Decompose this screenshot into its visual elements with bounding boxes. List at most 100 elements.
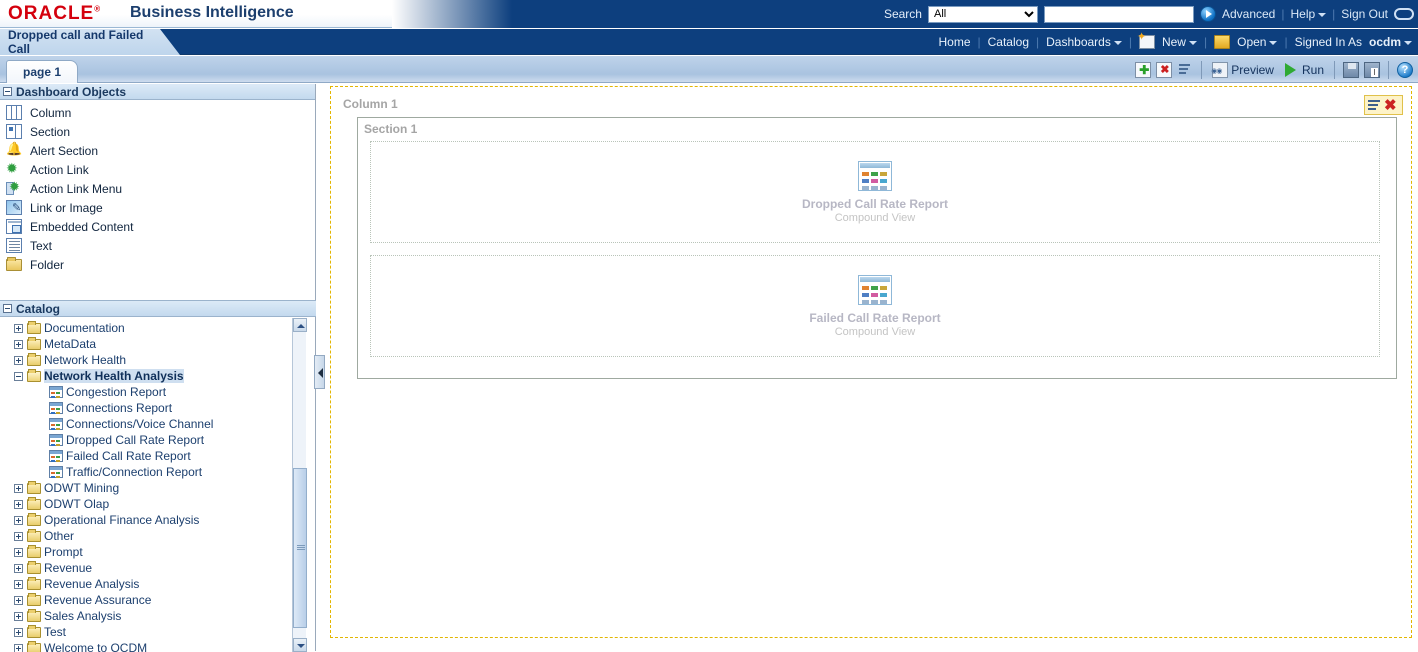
catalog-node[interactable]: Dropped Call Rate Report [0,432,298,448]
dashboard-canvas[interactable]: Column 1 Section 1 Dropped Call Rate Rep… [330,86,1412,638]
catalog-node-label: Connections/Voice Channel [66,417,213,431]
expand-node-icon[interactable] [14,612,23,621]
dashboard-object-label: Action Link [30,163,89,177]
expand-node-icon[interactable] [14,596,23,605]
nav-dashboards-menu[interactable]: Dashboards [1046,35,1122,49]
expand-node-icon[interactable] [14,484,23,493]
column-delete-icon[interactable] [1384,97,1400,113]
scrollbar-thumb[interactable] [293,468,307,628]
expand-node-icon[interactable] [14,548,23,557]
catalog-header[interactable]: Catalog [0,301,316,317]
catalog-node[interactable]: Operational Finance Analysis [0,512,298,528]
dashboard-title-tab[interactable]: Dropped call and Failed Call [0,29,182,55]
catalog-node[interactable]: Revenue Analysis [0,576,298,592]
catalog-node[interactable]: Other [0,528,298,544]
dashboard-object-alert-section[interactable]: Alert Section [0,141,315,160]
expand-node-icon[interactable] [14,500,23,509]
catalog-node[interactable]: Network Health [0,352,298,368]
catalog-node[interactable]: Congestion Report [0,384,298,400]
help-menu-link[interactable]: Help [1290,7,1326,21]
catalog-node[interactable]: MetaData [0,336,298,352]
add-page-icon[interactable] [1135,62,1151,78]
save-icon[interactable] [1343,62,1359,78]
search-label: Search [884,7,922,21]
expand-node-icon[interactable] [14,564,23,573]
collapse-node-icon[interactable] [14,372,23,381]
catalog-node[interactable]: Welcome to OCDM [0,640,298,652]
catalog-node-label: Dropped Call Rate Report [66,433,204,447]
folder-icon [27,595,41,606]
delete-page-icon[interactable] [1156,62,1172,78]
nav-home-link[interactable]: Home [938,35,970,49]
catalog-node[interactable]: Network Health Analysis [0,368,298,384]
nav-open-menu[interactable]: Open [1237,35,1277,49]
divider: | [1204,35,1207,49]
collapse-dashboard-objects-icon[interactable] [3,87,12,96]
dashboard-object-column[interactable]: Column [0,103,315,122]
dashboard-object-action-link-menu[interactable]: Action Link Menu [0,179,315,198]
advanced-search-link[interactable]: Advanced [1222,7,1275,21]
user-oval-icon[interactable] [1394,8,1414,20]
catalog-node[interactable]: Documentation [0,320,298,336]
collapse-catalog-icon[interactable] [3,304,12,313]
search-scope-select[interactable]: All [928,6,1038,23]
catalog-node[interactable]: Failed Call Rate Report [0,448,298,464]
search-go-icon[interactable] [1200,6,1216,22]
dashboard-object-text[interactable]: Text [0,236,315,255]
current-user-menu[interactable]: ocdm [1369,35,1412,49]
catalog-node[interactable]: Prompt [0,544,298,560]
search-input[interactable] [1044,6,1194,23]
expand-node-icon[interactable] [14,532,23,541]
preview-button[interactable]: Preview [1210,61,1276,79]
divider [1201,61,1202,79]
dashboard-object-action-link[interactable]: Action Link [0,160,315,179]
save-as-icon[interactable] [1364,62,1380,78]
expand-node-icon[interactable] [14,580,23,589]
catalog-node[interactable]: Revenue [0,560,298,576]
catalog-node[interactable]: Test [0,624,298,640]
dashboard-column-1[interactable]: Column 1 Section 1 Dropped Call Rate Rep… [337,93,1405,387]
catalog-node[interactable]: Connections/Voice Channel [0,416,298,432]
grip-icon [297,545,305,546]
dashboard-object-section[interactable]: Section [0,122,315,141]
catalog-node[interactable]: Traffic/Connection Report [0,464,298,480]
preview-icon [1212,62,1228,78]
action-link-menu-icon [6,181,22,196]
catalog-scrollbar[interactable] [292,318,306,652]
page-options-icon[interactable] [1177,62,1193,78]
current-user-label: ocdm [1369,35,1401,49]
help-icon[interactable] [1397,62,1413,78]
catalog-node[interactable]: Connections Report [0,400,298,416]
chevron-down-icon [1318,13,1326,17]
catalog-node-label: Traffic/Connection Report [66,465,202,479]
dashboard-section-1[interactable]: Section 1 Dropped Call Rate Report Compo… [357,117,1397,379]
expand-node-icon[interactable] [14,628,23,637]
catalog-node[interactable]: ODWT Mining [0,480,298,496]
nav-catalog-link[interactable]: Catalog [988,35,1029,49]
catalog-node-label: Connections Report [66,401,172,415]
expand-node-icon[interactable] [14,516,23,525]
expand-node-icon[interactable] [14,356,23,365]
dashboard-object-link-or-image[interactable]: Link or Image [0,198,315,217]
collapse-left-panel-button[interactable] [314,355,325,389]
scroll-up-button[interactable] [293,318,307,332]
catalog-node[interactable]: ODWT Olap [0,496,298,512]
run-button[interactable]: Run [1281,61,1326,79]
dashboard-objects-header[interactable]: Dashboard Objects [0,84,315,100]
report-slot-failed-call-rate[interactable]: Failed Call Rate Report Compound View [370,255,1380,357]
expand-node-icon[interactable] [14,340,23,349]
catalog-node[interactable]: Sales Analysis [0,608,298,624]
catalog-tree: DocumentationMetaDataNetwork HealthNetwo… [0,318,298,652]
expand-node-icon[interactable] [14,324,23,333]
sign-out-link[interactable]: Sign Out [1341,7,1388,21]
catalog-node[interactable]: Revenue Assurance [0,592,298,608]
divider: | [1036,35,1039,49]
column-properties-icon[interactable] [1367,98,1382,112]
trademark-mark: ® [94,5,101,14]
scroll-down-button[interactable] [293,638,307,652]
page-tab-page-1[interactable]: page 1 [6,60,78,83]
report-slot-dropped-call-rate[interactable]: Dropped Call Rate Report Compound View [370,141,1380,243]
nav-new-menu[interactable]: New [1162,35,1197,49]
dashboard-object-folder[interactable]: Folder [0,255,315,274]
dashboard-object-embedded-content[interactable]: Embedded Content [0,217,315,236]
